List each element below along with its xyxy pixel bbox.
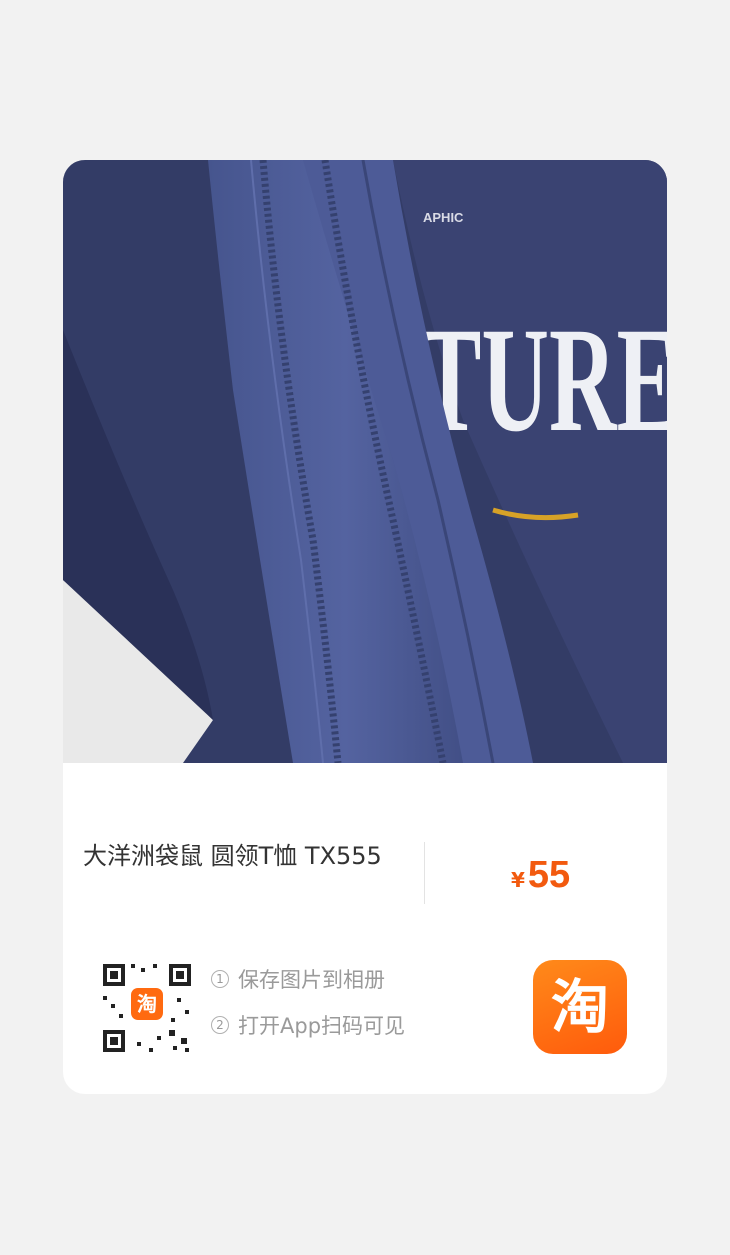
step-number-1: 1	[211, 970, 229, 988]
taobao-app-icon: 淘	[533, 960, 627, 1054]
product-share-card: APHIC TURE 大洋洲袋鼠 圆领T恤 TX555 ¥ 55 淘 1 保存图…	[63, 160, 667, 1094]
tshirt-photo: APHIC TURE	[63, 160, 667, 763]
product-title: 大洋洲袋鼠 圆领T恤 TX555	[83, 842, 382, 870]
instruction-step-2: 2 打开App扫码可见	[211, 1010, 405, 1040]
product-image: APHIC TURE	[63, 160, 667, 763]
taobao-logo-glyph: 淘	[550, 973, 609, 1041]
step-text-2: 打开App扫码可见	[238, 1014, 406, 1038]
qr-taobao-badge: 淘	[131, 988, 163, 1020]
currency-symbol: ¥	[511, 868, 525, 892]
step-text-1: 保存图片到相册	[238, 968, 385, 992]
share-instructions: 1 保存图片到相册 2 打开App扫码可见	[211, 964, 405, 1056]
qr-badge-label: 淘	[137, 992, 157, 1016]
product-price: ¥ 55	[511, 850, 570, 900]
instruction-step-1: 1 保存图片到相册	[211, 964, 405, 994]
price-value: 55	[527, 854, 571, 896]
shirt-print-small-text: APHIC	[423, 210, 464, 225]
step-number-2: 2	[211, 1016, 229, 1034]
qr-code: 淘	[97, 958, 197, 1058]
divider	[424, 842, 425, 904]
shirt-print-text: TURE	[419, 297, 667, 463]
